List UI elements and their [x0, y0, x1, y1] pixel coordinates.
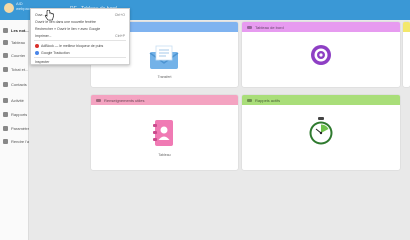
folder-icon [247, 25, 252, 29]
card-dashboard[interactable]: Tableau de bord [242, 22, 400, 87]
sidebar-item-activity[interactable]: Activité [0, 94, 29, 106]
card-header: Rappels actifs [242, 95, 400, 105]
sidebar-item-reports[interactable]: Rapports [0, 108, 29, 120]
stopwatch-icon [309, 117, 333, 145]
card-header [403, 22, 410, 32]
sidebar-item-mail[interactable]: Courrier [0, 49, 29, 61]
chat-icon [3, 66, 8, 72]
card-header: Renseignements utiles [91, 95, 238, 105]
sidebar-item-settings[interactable]: Paramètres [0, 122, 29, 134]
grid-icon [3, 39, 8, 45]
menu-divider [34, 40, 126, 41]
card-partial[interactable] [403, 22, 410, 87]
sidebar-item-subscription[interactable]: Rendre l'abonnemen [0, 135, 29, 147]
envelope-icon [149, 45, 179, 69]
sidebar-item-dashboard[interactable]: Tableau [0, 36, 29, 48]
sidebar: Les not... Tableau Courrier Tchat et... … [0, 20, 29, 240]
gear-icon [3, 125, 8, 131]
user-avatar[interactable] [4, 3, 14, 13]
menu-item-adblock[interactable]: AdBlock — le meilleur bloqueur de pubs [35, 42, 125, 49]
contacts-icon [3, 81, 8, 87]
menu-item-google-translate[interactable]: Google Traduction [35, 49, 125, 56]
card-caption: Tableau [158, 153, 171, 157]
translate-icon [35, 50, 39, 55]
menu-item-print[interactable]: Imprimer... Ctrl+P [35, 32, 125, 39]
sidebar-item-contacts[interactable]: Contacts [0, 78, 29, 90]
folder-icon [96, 98, 101, 102]
contacts-book-icon [153, 120, 173, 146]
target-icon [311, 45, 331, 65]
sidebar-item-chat[interactable]: Tchat et... [0, 63, 29, 75]
card-active-reminders[interactable]: Rappels actifs [242, 95, 400, 170]
card-caption: Transfert [157, 75, 172, 79]
folder-icon [247, 98, 252, 102]
menu-item-inspect[interactable]: Inspecter [35, 58, 125, 65]
mail-icon [3, 52, 8, 58]
sidebar-item-notifications[interactable]: Les not... [0, 24, 29, 36]
adblock-icon [35, 43, 39, 48]
card-header: Tableau de bord [242, 22, 400, 32]
activity-icon [3, 97, 8, 103]
reports-icon [3, 111, 8, 117]
subscription-icon [3, 138, 8, 144]
card-useful-info[interactable]: Renseignements utiles Tableau [91, 95, 238, 170]
menu-item-search-google[interactable]: Rechercher « Ouvrir le lien » avec Googl… [35, 25, 125, 32]
hand-cursor-icon [45, 10, 54, 21]
home-icon [3, 27, 8, 33]
